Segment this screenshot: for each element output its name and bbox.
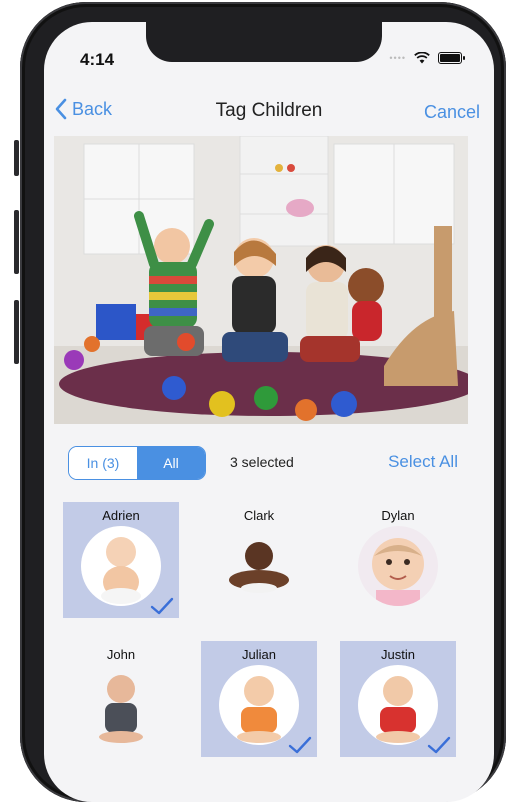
child-cell-justin[interactable]: Justin — [340, 641, 456, 757]
battery-icon — [438, 52, 465, 64]
child-avatar — [219, 665, 299, 745]
select-all-button[interactable]: Select All — [388, 452, 458, 472]
child-cell-julian[interactable]: Julian — [201, 641, 317, 757]
volume-down-button — [14, 300, 19, 364]
checkmark-icon — [288, 736, 312, 754]
child-cell-john[interactable]: John — [63, 641, 179, 757]
wifi-icon — [414, 52, 430, 64]
signal-icon: •••• — [389, 53, 406, 63]
child-cell-adrien[interactable]: Adrien — [63, 502, 179, 618]
status-time: 4:14 — [80, 50, 115, 69]
filter-segmented-control: In (3) All — [68, 446, 206, 480]
child-avatar — [81, 665, 161, 745]
silent-switch — [14, 140, 19, 176]
segment-in[interactable]: In (3) — [69, 447, 137, 479]
navigation-bar: Back Tag Children Cancel — [44, 94, 494, 134]
child-name: John — [106, 647, 136, 662]
segment-all[interactable]: All — [137, 447, 205, 479]
group-photo — [54, 136, 468, 424]
selected-count: 3 selected — [230, 454, 294, 470]
child-avatar — [81, 526, 161, 606]
child-name: Justin — [381, 647, 415, 662]
child-name: Adrien — [102, 508, 140, 523]
child-name: Julian — [242, 647, 276, 662]
child-name: Dylan — [381, 508, 415, 523]
checkmark-icon — [427, 736, 451, 754]
selection-controls: In (3) All 3 selected Select All — [44, 446, 494, 480]
child-name: Clark — [243, 508, 275, 523]
checkmark-icon — [150, 597, 174, 615]
cancel-button[interactable]: Cancel — [424, 102, 480, 123]
child-cell-clark[interactable]: Clark — [201, 502, 317, 618]
child-avatar — [358, 665, 438, 745]
screen: 4:14 •••• Back Tag Children Cancel In (3… — [44, 22, 494, 802]
status-icons: •••• — [389, 52, 465, 64]
child-avatar — [358, 526, 438, 606]
volume-up-button — [14, 210, 19, 274]
notch — [146, 22, 382, 62]
child-avatar — [219, 526, 299, 606]
child-cell-dylan[interactable]: Dylan — [340, 502, 456, 618]
